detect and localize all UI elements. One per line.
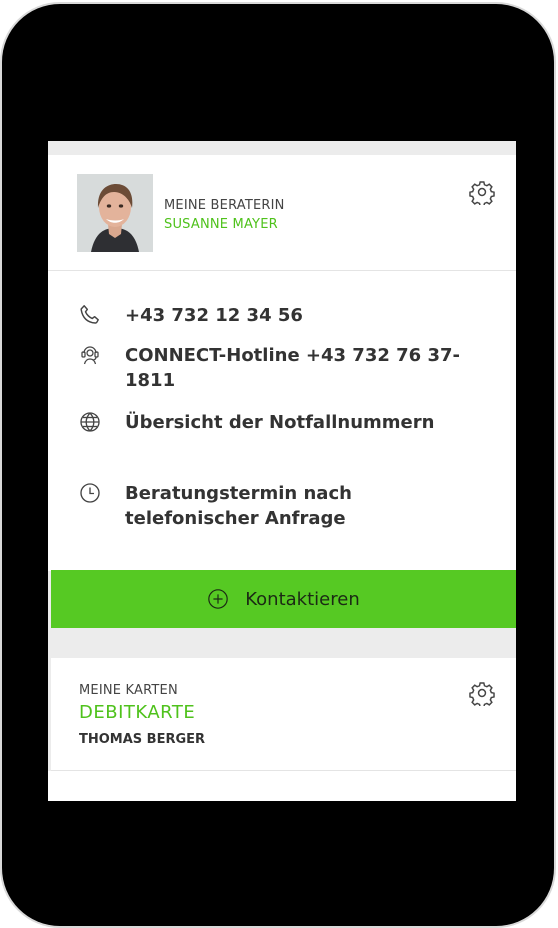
appointment-row: Beratungstermin nach telefonischer Anfra… [78, 481, 485, 531]
gear-icon[interactable] [469, 179, 495, 207]
contact-button-label: Kontaktieren [245, 588, 360, 610]
cards-label: MEINE KARTEN [79, 683, 178, 698]
emergency-numbers-link[interactable]: Übersicht der Notfallnummern [125, 410, 434, 435]
appointment-text: Beratungstermin nach telefonischer Anfra… [125, 483, 352, 529]
advisor-photo [77, 174, 153, 252]
globe-icon [78, 410, 102, 434]
phone-number[interactable]: +43 732 12 34 56 [125, 303, 303, 328]
app-screen: MEINE BERATERIN SUSANNE MAYER +43 732 12… [48, 141, 516, 801]
contact-button[interactable]: Kontaktieren [51, 570, 516, 628]
advisor-card[interactable]: MEINE BERATERIN SUSANNE MAYER [48, 155, 516, 271]
section-gap [48, 628, 516, 658]
next-card-peek [48, 771, 516, 801]
cards-card[interactable]: MEINE KARTEN DEBITKARTE THOMAS BERGER [51, 658, 516, 771]
contact-options: +43 732 12 34 56 CONNECT-Hotline +43 732… [48, 271, 516, 571]
top-divider [48, 141, 516, 155]
phone-row[interactable]: +43 732 12 34 56 [78, 303, 303, 328]
emergency-row[interactable]: Übersicht der Notfallnummern [78, 410, 434, 435]
device-frame: MEINE BERATERIN SUSANNE MAYER +43 732 12… [2, 4, 554, 926]
hotline-row[interactable]: CONNECT-Hotline +43 732 76 37-1811 [78, 343, 485, 393]
phone-icon [78, 303, 102, 327]
card-owner: THOMAS BERGER [79, 732, 206, 747]
avatar [77, 174, 153, 252]
clock-icon [78, 481, 102, 505]
advisor-name[interactable]: SUSANNE MAYER [164, 217, 278, 232]
advisor-label: MEINE BERATERIN [164, 198, 285, 213]
plus-circle-icon [207, 588, 229, 610]
hotline-text[interactable]: CONNECT-Hotline +43 732 76 37-1811 [125, 343, 485, 393]
headset-icon [78, 343, 102, 367]
card-type[interactable]: DEBITKARTE [79, 702, 195, 723]
gear-icon[interactable] [469, 680, 495, 708]
